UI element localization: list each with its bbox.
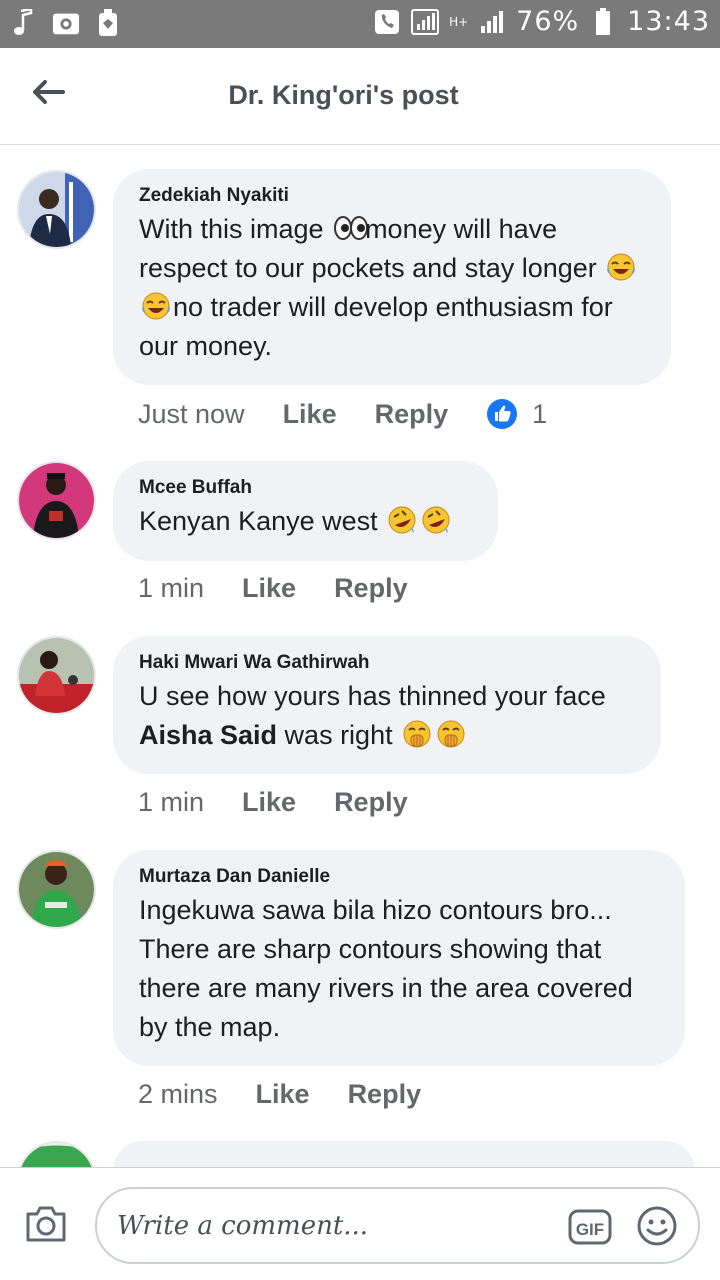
comment-actions: 1 min Like Reply — [138, 573, 446, 604]
comment-bubble: Murtaza Dan Danielle Ingekuwa sawa bila … — [113, 850, 685, 1066]
network-type: H+ — [449, 14, 469, 29]
comment-actions: Just now Like Reply 1 — [138, 398, 547, 430]
comment-time: 2 mins — [138, 1079, 218, 1109]
comment-composer: GIF — [0, 1167, 720, 1280]
mention-link[interactable]: Aisha Said — [139, 720, 277, 750]
comment-time: 1 min — [138, 573, 205, 603]
reply-button[interactable]: Reply — [348, 1079, 422, 1110]
comment-time: 1 min — [138, 787, 205, 817]
hand-over-mouth-emoji-icon — [402, 719, 432, 749]
hand-over-mouth-emoji-icon — [436, 719, 466, 749]
like-reaction-icon — [487, 399, 518, 429]
battery-icon — [589, 7, 617, 37]
comment-actions: 2 mins Like Reply — [138, 1079, 459, 1110]
comment-bubble: Mcee Buffah Kenyan Kanye west — [113, 461, 498, 561]
tears-of-joy-emoji-icon — [606, 252, 636, 282]
phone-call-icon — [373, 7, 401, 37]
emoji-button[interactable] — [636, 1205, 678, 1247]
camera-icon — [26, 1206, 66, 1242]
like-button[interactable]: Like — [283, 399, 337, 430]
comment-author[interactable]: Murtaza Dan Danielle — [139, 866, 659, 888]
music-note-icon — [10, 8, 38, 38]
cell-signal-icon — [478, 7, 506, 37]
avatar[interactable] — [17, 170, 96, 249]
rolling-laughing-emoji-icon — [421, 505, 451, 535]
comment-author[interactable]: Mcee Buffah — [139, 477, 472, 499]
reply-button[interactable]: Reply — [375, 399, 449, 430]
camera-button[interactable] — [24, 1204, 68, 1244]
comment-input-box: GIF — [95, 1187, 700, 1264]
comment-author[interactable]: Haki Mwari Wa Gathirwah — [139, 652, 635, 674]
reply-button[interactable]: Reply — [334, 573, 408, 604]
avatar[interactable] — [17, 850, 96, 929]
comment-text-segment: U see how yours has thinned your face — [139, 681, 606, 711]
tears-of-joy-emoji-icon — [141, 291, 171, 321]
photo-icon — [52, 8, 80, 38]
signal-icon — [411, 7, 440, 37]
avatar[interactable] — [17, 636, 96, 715]
like-button[interactable]: Like — [242, 573, 296, 604]
comment-text-segment: no trader will develop enthusiasm for ou… — [139, 292, 613, 361]
reply-button[interactable]: Reply — [334, 787, 408, 818]
clock: 13:43 — [627, 6, 710, 37]
comment-text: U see how yours has thinned your face Ai… — [139, 677, 635, 755]
comment-time: Just now — [138, 398, 245, 429]
comment-author[interactable]: Zedekiah Nyakiti — [139, 185, 645, 207]
comment-actions: 1 min Like Reply — [138, 787, 446, 818]
status-bar: H+ 76% 13:43 — [0, 0, 720, 48]
gif-button[interactable]: GIF — [568, 1207, 612, 1247]
comment-text-segment: was right — [277, 720, 401, 750]
battery-percent: 76% — [516, 6, 580, 37]
rolling-laughing-emoji-icon — [387, 505, 417, 535]
eyes-emoji-icon — [333, 213, 369, 243]
comment-text: Kenyan Kanye west — [139, 502, 472, 541]
avatar[interactable] — [17, 461, 96, 540]
reaction-count: 1 — [532, 398, 548, 429]
comment-text-segment: With this image — [139, 214, 332, 244]
gif-label: GIF — [576, 1220, 604, 1239]
reaction-summary[interactable]: 1 — [486, 398, 547, 430]
comment-text: Ingekuwa sawa bila hizo contours bro... … — [139, 895, 633, 1042]
comment-text: With this image money will have respect … — [139, 210, 645, 366]
smiley-icon — [637, 1206, 677, 1246]
comment-bubble: Zedekiah Nyakiti With this image money w… — [113, 169, 671, 385]
page-title: Dr. King'ori's post — [228, 80, 459, 110]
comment-input[interactable] — [117, 1203, 557, 1249]
post-header: Dr. King'ori's post — [0, 48, 720, 145]
like-button[interactable]: Like — [256, 1079, 310, 1110]
like-button[interactable]: Like — [242, 787, 296, 818]
comment-bubble: Haki Mwari Wa Gathirwah U see how yours … — [113, 636, 661, 774]
comment-text-segment: Kenyan Kanye west — [139, 506, 386, 536]
cleaner-icon — [94, 8, 122, 38]
